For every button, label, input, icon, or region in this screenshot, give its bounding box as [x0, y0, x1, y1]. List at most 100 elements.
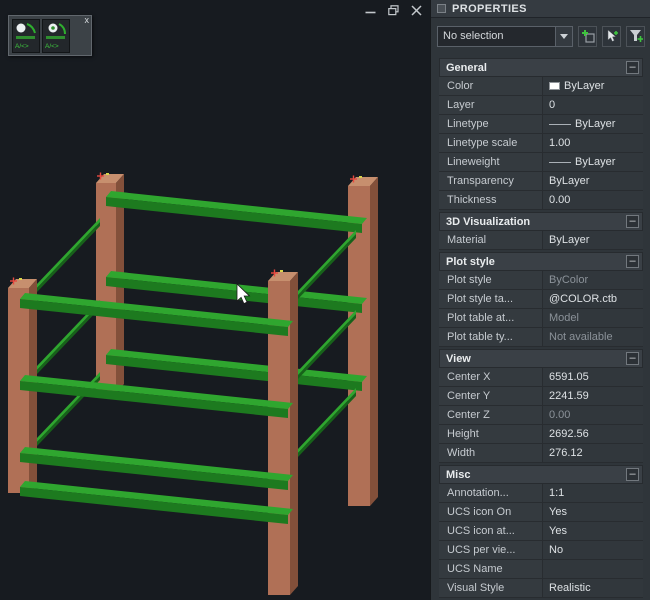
value-text: 0	[549, 99, 556, 111]
property-row[interactable]: Width 276.12	[439, 444, 643, 463]
property-value[interactable]: Realistic	[543, 579, 643, 597]
3d-frame-model[interactable]	[0, 0, 430, 600]
property-row[interactable]: Layer 0	[439, 96, 643, 115]
value-text: ByLayer	[564, 80, 605, 92]
property-value[interactable]: ByLayer	[543, 172, 643, 190]
property-label: UCS Name	[439, 560, 543, 578]
property-value[interactable]: @COLOR.ctb	[543, 290, 643, 308]
block-tool-button-1[interactable]: A/<>	[12, 19, 40, 53]
property-row[interactable]: Plot table ty... Not available	[439, 328, 643, 347]
property-row[interactable]: Visual Style Realistic	[439, 579, 643, 598]
property-label: Linetype	[439, 115, 543, 133]
property-row[interactable]: Center Z 0.00	[439, 406, 643, 425]
collapse-icon[interactable]: –	[626, 468, 639, 481]
property-label: Color	[439, 77, 543, 95]
restore-down-icon[interactable]	[387, 4, 399, 16]
section-title: Misc	[446, 468, 471, 481]
svg-text:A/<>: A/<>	[45, 43, 59, 50]
selection-dropdown-value: No selection	[443, 30, 504, 42]
rail-front-bottom[interactable]	[20, 481, 293, 524]
property-label: Thickness	[439, 191, 543, 209]
block-tool-button-2[interactable]: A/<>	[42, 19, 70, 53]
property-value[interactable]: Not available	[543, 328, 643, 346]
property-row[interactable]: Center X 6591.05	[439, 368, 643, 387]
rail-back-top[interactable]	[106, 191, 367, 233]
toggle-pickadd-button[interactable]	[578, 25, 597, 47]
section-general: General – Color ByLayer Layer 0 Linetype ByLaye…	[439, 58, 643, 210]
value-text: 0.00	[549, 409, 571, 421]
property-row[interactable]: Thickness 0.00	[439, 191, 643, 210]
property-label: Lineweight	[439, 153, 543, 171]
property-row[interactable]: Material ByLayer	[439, 231, 643, 250]
property-value[interactable]: ByLayer	[543, 115, 643, 133]
toolbar-close-icon[interactable]: x	[85, 15, 90, 25]
property-row[interactable]: Annotation... 1:1	[439, 484, 643, 503]
property-value[interactable]: 1:1	[543, 484, 643, 502]
value-text: ByColor	[549, 274, 589, 286]
property-value[interactable]: Yes	[543, 522, 643, 540]
section-header[interactable]: Plot style –	[439, 252, 643, 271]
property-value[interactable]: ByLayer	[543, 77, 643, 95]
property-row[interactable]: UCS icon On Yes	[439, 503, 643, 522]
property-value[interactable]: ByColor	[543, 271, 643, 289]
property-value[interactable]: ByLayer	[543, 153, 643, 171]
property-value[interactable]: 0.00	[543, 406, 643, 424]
property-value[interactable]: 0.00	[543, 191, 643, 209]
block-preview-icon: A/<>	[15, 23, 36, 50]
property-value[interactable]: No	[543, 541, 643, 559]
property-row[interactable]: Plot style ByColor	[439, 271, 643, 290]
close-icon[interactable]	[410, 4, 422, 16]
property-row[interactable]: Center Y 2241.59	[439, 387, 643, 406]
property-value[interactable]: 6591.05	[543, 368, 643, 386]
quick-select-button[interactable]	[626, 25, 645, 47]
minimize-icon[interactable]	[364, 4, 376, 16]
property-value[interactable]: Yes	[543, 503, 643, 521]
section-header[interactable]: General –	[439, 58, 643, 77]
property-value[interactable]: 2692.56	[543, 425, 643, 443]
property-row[interactable]: UCS icon at... Yes	[439, 522, 643, 541]
chevron-down-icon[interactable]	[555, 26, 572, 46]
collapse-icon[interactable]: –	[626, 255, 639, 268]
pickadd-icon	[581, 30, 595, 43]
property-value[interactable]: 2241.59	[543, 387, 643, 405]
property-label: Visual Style	[439, 579, 543, 597]
section-title: 3D Visualization	[446, 215, 531, 228]
property-row[interactable]: Linetype scale 1.00	[439, 134, 643, 153]
properties-panel: PROPERTIES No selection General – Color …	[430, 0, 650, 600]
property-value[interactable]: Model	[543, 309, 643, 327]
select-objects-button[interactable]	[602, 25, 621, 47]
property-label: Linetype scale	[439, 134, 543, 152]
value-text: 1:1	[549, 487, 565, 499]
rail-front-mid[interactable]	[20, 375, 293, 418]
section-header[interactable]: Misc –	[439, 465, 643, 484]
property-value[interactable]	[543, 560, 643, 578]
property-value[interactable]: 1.00	[543, 134, 643, 152]
property-row[interactable]: UCS per vie... No	[439, 541, 643, 560]
properties-titlebar: PROPERTIES	[431, 0, 650, 18]
property-row[interactable]: Plot style ta... @COLOR.ctb	[439, 290, 643, 309]
property-row[interactable]: Lineweight ByLayer	[439, 153, 643, 172]
property-value[interactable]: 0	[543, 96, 643, 114]
selection-dropdown[interactable]: No selection	[437, 25, 573, 47]
property-label: Height	[439, 425, 543, 443]
property-row[interactable]: Linetype ByLayer	[439, 115, 643, 134]
property-row[interactable]: Height 2692.56	[439, 425, 643, 444]
collapse-icon[interactable]: –	[626, 215, 639, 228]
window-controls	[364, 4, 422, 16]
rail-front-low[interactable]	[20, 447, 293, 490]
collapse-icon[interactable]: –	[626, 61, 639, 74]
property-value[interactable]: 276.12	[543, 444, 643, 462]
property-row[interactable]: UCS Name	[439, 560, 643, 579]
collapse-icon[interactable]: –	[626, 352, 639, 365]
property-row[interactable]: Color ByLayer	[439, 77, 643, 96]
linetype-sample	[549, 123, 571, 125]
property-row[interactable]: Plot table at... Model	[439, 309, 643, 328]
section-header[interactable]: 3D Visualization –	[439, 212, 643, 231]
drawing-viewport[interactable]: A/<> A/<> x	[0, 0, 430, 600]
section-title: General	[446, 61, 487, 74]
section-header[interactable]: View –	[439, 349, 643, 368]
rail-back-low[interactable]	[106, 349, 367, 391]
property-value[interactable]: ByLayer	[543, 231, 643, 249]
property-row[interactable]: Transparency ByLayer	[439, 172, 643, 191]
property-label: Plot table at...	[439, 309, 543, 327]
